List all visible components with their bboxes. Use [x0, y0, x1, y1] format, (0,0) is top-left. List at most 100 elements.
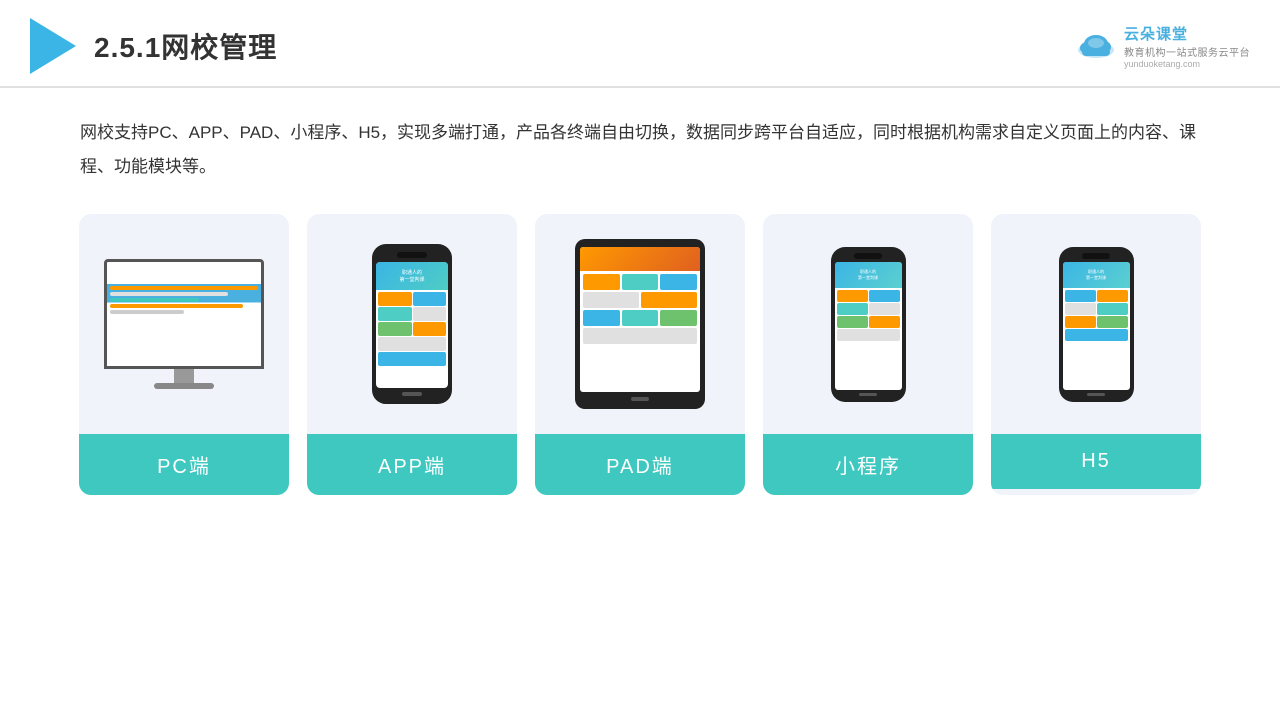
- mini-phone-top-text-miniapp: 职通人的第一堂判课: [858, 269, 878, 281]
- pc-screen-inner: [107, 284, 261, 369]
- tablet-tile-6: [583, 310, 620, 326]
- mini-h5-tile-3: [1065, 303, 1096, 315]
- card-h5-label: H5: [991, 434, 1201, 489]
- pc-bar-3: [110, 298, 199, 302]
- card-app-image: 职通人的第一堂判课: [307, 214, 517, 434]
- pc-device-mock: [104, 259, 264, 389]
- pc-stand-base: [154, 383, 214, 389]
- mini-tile-4: [869, 303, 900, 315]
- mini-phone-mock-miniapp: 职通人的第一堂判课: [831, 247, 906, 402]
- mini-tile-5: [837, 316, 868, 328]
- mini-h5-row-2: [1065, 303, 1128, 315]
- phone-screen-top-text-app: 职通人的第一堂判课: [399, 269, 424, 283]
- mini-h5-tile-5: [1065, 316, 1096, 328]
- phone-row-2: [378, 307, 446, 321]
- card-miniapp-image: 职通人的第一堂判课: [763, 214, 973, 434]
- mini-tile-2: [869, 290, 900, 302]
- card-pc-label: PC端: [79, 434, 289, 495]
- card-miniapp-label: 小程序: [763, 434, 973, 495]
- mini-phone-home-btn-h5: [1087, 393, 1105, 396]
- mini-tile-1: [837, 290, 868, 302]
- brand-name-text: 云朵课堂 教育机构一站式服务云平台 yunduoketang.com: [1124, 23, 1250, 69]
- phone-tile-7: [378, 337, 446, 351]
- mini-row-2: [837, 303, 900, 315]
- mini-phone-notch-miniapp: [854, 253, 882, 259]
- mini-phone-screen-miniapp: 职通人的第一堂判课: [835, 262, 902, 390]
- phone-tile-5: [378, 322, 412, 336]
- tablet-row-1: [583, 274, 697, 290]
- mini-row-4: [837, 329, 900, 341]
- card-pc-image: [79, 214, 289, 434]
- brand-url: yunduoketang.com: [1124, 59, 1250, 69]
- mini-h5-tile-2: [1097, 290, 1128, 302]
- card-h5: 职通人的第一堂判课: [991, 214, 1201, 495]
- description-paragraph: 网校支持PC、APP、PAD、小程序、H5，实现多端打通，产品各终端自由切换，数…: [80, 116, 1200, 184]
- phone-tile-8: [378, 352, 446, 366]
- pc-bar-1: [110, 286, 258, 290]
- phone-row-4: [378, 337, 446, 351]
- tablet-screen-body: [580, 271, 700, 349]
- tablet-tile-8: [660, 310, 697, 326]
- mini-tile-6: [869, 316, 900, 328]
- phone-tile-2: [413, 292, 447, 306]
- brand-tagline: 教育机构一站式服务云平台: [1124, 44, 1250, 59]
- description-text: 网校支持PC、APP、PAD、小程序、H5，实现多端打通，产品各终端自由切换，数…: [0, 88, 1280, 194]
- card-miniapp: 职通人的第一堂判课: [763, 214, 973, 495]
- cloud-icon: [1074, 32, 1118, 60]
- tablet-tile-1: [583, 274, 620, 290]
- tablet-row-4: [583, 328, 697, 344]
- tablet-home-btn: [631, 397, 649, 401]
- phone-screen-app: 职通人的第一堂判课: [376, 262, 448, 388]
- mini-phone-notch-h5: [1082, 253, 1110, 259]
- phone-device-mock-app: 职通人的第一堂判课: [372, 244, 452, 404]
- card-app: 职通人的第一堂判课: [307, 214, 517, 495]
- phone-screen-top-app: 职通人的第一堂判课: [376, 262, 448, 290]
- pc-bar-4: [110, 304, 243, 308]
- cards-container: PC端 职通人的第一堂判课: [0, 194, 1280, 495]
- card-pad-image: [535, 214, 745, 434]
- tablet-row-3: [583, 310, 697, 326]
- pc-screen-content: [107, 284, 261, 318]
- mini-phone-body-h5: [1063, 288, 1130, 344]
- mini-phone-top-miniapp: 职通人的第一堂判课: [835, 262, 902, 288]
- mini-row-3: [837, 316, 900, 328]
- header: 2.5.1网校管理 云朵课堂 教育机构一站式服务云平台 yunduoketang…: [0, 0, 1280, 88]
- tablet-tile-9: [583, 328, 697, 344]
- mini-h5-tile-6: [1097, 316, 1128, 328]
- header-right: 云朵课堂 教育机构一站式服务云平台 yunduoketang.com: [1074, 23, 1250, 69]
- mini-phone-home-btn-miniapp: [859, 393, 877, 396]
- tablet-tile-2: [622, 274, 659, 290]
- phone-notch-app: [397, 252, 427, 258]
- pc-stand-neck: [174, 369, 194, 383]
- mini-phone-mock-h5: 职通人的第一堂判课: [1059, 247, 1134, 402]
- pc-screen: [104, 259, 264, 369]
- card-pad: PAD端: [535, 214, 745, 495]
- page-title: 2.5.1网校管理: [94, 26, 277, 66]
- phone-home-btn-app: [402, 392, 422, 396]
- phone-tile-6: [413, 322, 447, 336]
- card-pad-label: PAD端: [535, 434, 745, 495]
- phone-row-1: [378, 292, 446, 306]
- tablet-tile-3: [660, 274, 697, 290]
- tablet-tile-4: [583, 292, 639, 308]
- mini-h5-tile-1: [1065, 290, 1096, 302]
- mini-phone-top-text-h5: 职通人的第一堂判课: [1086, 269, 1106, 281]
- pc-bar-2: [110, 292, 228, 296]
- card-app-label: APP端: [307, 434, 517, 495]
- tablet-device-mock: [575, 239, 705, 409]
- tablet-row-2: [583, 292, 697, 308]
- mini-h5-row-1: [1065, 290, 1128, 302]
- brand-name: 云朵课堂: [1124, 23, 1250, 44]
- mini-h5-row-4: [1065, 329, 1128, 341]
- mini-phone-screen-h5: 职通人的第一堂判课: [1063, 262, 1130, 390]
- card-h5-image: 职通人的第一堂判课: [991, 214, 1201, 434]
- phone-row-3: [378, 322, 446, 336]
- pc-bar-5: [110, 310, 184, 314]
- mini-tile-7: [837, 329, 900, 341]
- mini-h5-tile-4: [1097, 303, 1128, 315]
- tablet-screen: [580, 247, 700, 392]
- phone-tile-4: [413, 307, 447, 321]
- phone-tile-1: [378, 292, 412, 306]
- card-pc: PC端: [79, 214, 289, 495]
- phone-screen-body-app: [376, 290, 448, 369]
